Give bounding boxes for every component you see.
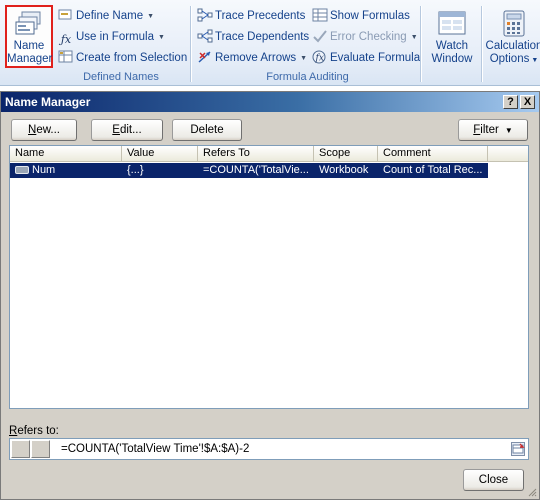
- use-in-formula-button[interactable]: ƒx Use in Formula ▼: [58, 28, 165, 46]
- trace-precedents-label: Trace Precedents: [215, 10, 306, 22]
- refers-to-field[interactable]: =COUNTA('TotalView Time'!$A:$A)-2: [9, 438, 529, 460]
- trace-precedents-icon: [197, 8, 213, 22]
- error-checking-icon: [312, 29, 328, 43]
- chevron-down-icon: ▼: [504, 126, 513, 135]
- ribbon-separator: [420, 6, 421, 82]
- define-name-label: Define Name: [76, 10, 144, 22]
- row-value: {...}: [127, 164, 144, 176]
- watch-window-icon: [438, 11, 466, 35]
- row-comment: Count of Total Rec...: [383, 164, 483, 176]
- chevron-down-icon: ▼: [410, 34, 418, 41]
- list-header: Name Value Refers To Scope Comment: [10, 146, 528, 162]
- row-name: Num: [32, 164, 56, 176]
- watch-window-label-2: Window: [431, 53, 473, 65]
- chevron-down-icon: ▼: [300, 55, 308, 62]
- name-manager-label-1: Name: [13, 40, 45, 52]
- resize-grip-icon[interactable]: [527, 487, 537, 497]
- use-in-formula-label: Use in Formula: [76, 31, 154, 43]
- evaluate-formula-button[interactable]: fx Evaluate Formula: [312, 49, 420, 67]
- name-manager-icon: [15, 11, 41, 35]
- error-checking-button[interactable]: Error Checking ▼: [312, 28, 418, 46]
- ribbon-separator: [481, 6, 482, 82]
- refers-to-value: =COUNTA('TotalView Time'!$A:$A)-2: [61, 443, 250, 455]
- chevron-down-icon: ▼: [531, 57, 539, 64]
- column-header-refers-to[interactable]: Refers To: [198, 146, 314, 162]
- delete-button[interactable]: Delete: [172, 119, 242, 141]
- trace-dependents-label: Trace Dependents: [215, 31, 310, 43]
- column-header-comment[interactable]: Comment: [378, 146, 488, 162]
- define-name-icon: [58, 8, 74, 22]
- collapse-dialog-icon[interactable]: [511, 442, 525, 456]
- column-header-value[interactable]: Value: [122, 146, 198, 162]
- column-header-scope[interactable]: Scope: [314, 146, 378, 162]
- row-scope: Workbook: [319, 164, 369, 176]
- dialog-title: Name Manager: [5, 95, 91, 109]
- name-tag-icon: [15, 166, 29, 174]
- evaluate-formula-icon: fx: [312, 50, 328, 64]
- close-window-button[interactable]: X: [520, 95, 535, 109]
- edit-label: dit...: [119, 124, 142, 136]
- ribbon: Name Manager Define Name ▼ ƒx Use in Formu…: [0, 0, 540, 86]
- remove-arrows-button[interactable]: Remove Arrows ▼: [197, 49, 307, 67]
- function-icon: ƒx: [60, 33, 72, 46]
- calculator-icon: [503, 10, 525, 37]
- create-from-selection-button[interactable]: Create from Selection: [58, 49, 187, 67]
- create-from-selection-icon: [58, 50, 74, 64]
- calculation-options-label-1: Calculation: [485, 40, 540, 52]
- watch-window-button[interactable]: Watch Window: [426, 8, 478, 70]
- filter-button[interactable]: Filter ▼: [458, 119, 528, 141]
- remove-arrows-icon: [197, 50, 213, 64]
- column-header-name[interactable]: Name: [10, 146, 122, 162]
- name-manager-label-2: Manager: [7, 53, 53, 65]
- show-formulas-button[interactable]: Show Formulas: [312, 7, 410, 25]
- show-formulas-icon: [312, 8, 328, 22]
- chevron-down-icon: ▼: [147, 13, 155, 20]
- list-row-selected[interactable]: Num {...} =COUNTA('TotalVie... Workbook …: [10, 163, 488, 178]
- names-list[interactable]: Name Value Refers To Scope Comment Num {…: [9, 145, 529, 409]
- define-name-button[interactable]: Define Name ▼: [58, 7, 154, 25]
- watch-window-label-1: Watch: [435, 40, 469, 52]
- trace-dependents-icon: [197, 29, 213, 43]
- refers-to-label: Refers to:: [9, 425, 59, 437]
- name-manager-dialog: Name Manager ? X New... Edit... Delete F…: [0, 91, 540, 500]
- close-button[interactable]: Close: [463, 469, 524, 491]
- edit-button[interactable]: Edit...: [91, 119, 163, 141]
- calculation-options-label-2: Options: [489, 53, 530, 65]
- help-button[interactable]: ?: [503, 95, 518, 109]
- commit-edit-button[interactable]: [31, 440, 50, 458]
- cancel-edit-button[interactable]: [11, 440, 30, 458]
- trace-dependents-button[interactable]: Trace Dependents: [197, 28, 309, 46]
- ribbon-separator: [190, 6, 191, 82]
- calculation-options-button[interactable]: Calculation Options ▼: [485, 8, 540, 70]
- svg-text:fx: fx: [315, 54, 324, 64]
- trace-precedents-button[interactable]: Trace Precedents: [197, 7, 305, 25]
- show-formulas-label: Show Formulas: [330, 10, 410, 22]
- error-checking-label: Error Checking: [330, 31, 407, 43]
- create-from-selection-label: Create from Selection: [76, 52, 188, 64]
- formula-auditing-group-label: Formula Auditing: [266, 71, 349, 83]
- edit-accel: E: [112, 124, 120, 136]
- filter-label: ilter: [480, 124, 499, 136]
- defined-names-group-label: Defined Names: [83, 71, 159, 83]
- dialog-title-bar[interactable]: Name Manager ? X: [1, 92, 539, 112]
- remove-arrows-label: Remove Arrows: [215, 52, 297, 64]
- name-manager-button[interactable]: Name Manager: [5, 5, 53, 68]
- new-button[interactable]: New...: [11, 119, 77, 141]
- evaluate-formula-label: Evaluate Formula: [330, 52, 421, 64]
- row-refers-to: =COUNTA('TotalVie...: [203, 164, 309, 176]
- new-label: ew...: [36, 124, 60, 136]
- chevron-down-icon: ▼: [157, 34, 165, 41]
- refers-to-label-text: efers to:: [17, 425, 59, 437]
